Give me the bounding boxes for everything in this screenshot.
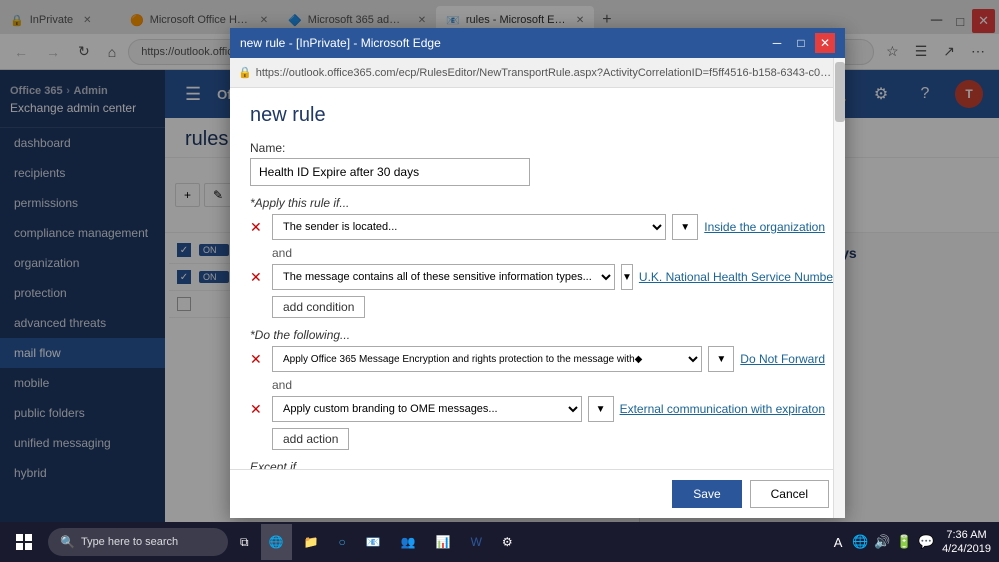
save-button[interactable]: Save — [672, 480, 741, 508]
dialog-minimize-button[interactable]: ─ — [767, 33, 787, 53]
action-1-link[interactable]: Do Not Forward — [740, 352, 825, 366]
name-input[interactable] — [250, 158, 530, 186]
dialog-footer: Save Cancel — [230, 469, 845, 518]
remove-action-2-button[interactable]: ✕ — [250, 401, 266, 418]
clock-date: 4/24/2019 — [942, 542, 991, 556]
start-button[interactable] — [4, 522, 44, 562]
dialog-title-text: new rule - [InPrivate] - Microsoft Edge — [240, 36, 441, 50]
teams-button[interactable]: 👥 — [393, 524, 424, 560]
dialog-content: new rule Name: *Apply this rule if... ✕ … — [230, 88, 845, 469]
search-icon: 🔍 — [60, 535, 75, 549]
battery-icon[interactable]: 🔋 — [896, 534, 912, 550]
taskview-icon: ⧉ — [240, 535, 249, 550]
dialog-scrollbar[interactable] — [833, 58, 845, 518]
cortana-button[interactable]: ○ — [330, 524, 353, 560]
condition-2-select[interactable]: The message contains all of these sensit… — [272, 264, 615, 290]
settings-icon: ⚙ — [502, 535, 513, 549]
dialog-maximize-button[interactable]: □ — [791, 33, 811, 53]
edge-button[interactable]: 🌐 — [261, 524, 292, 560]
add-condition-button[interactable]: add condition — [272, 296, 365, 318]
explorer-button[interactable]: 📁 — [296, 524, 327, 560]
do-following-section: *Do the following... ✕ Apply Office 365 … — [250, 328, 825, 450]
remove-condition-1-button[interactable]: ✕ — [250, 219, 266, 236]
powerpoint-icon: 📊 — [436, 535, 451, 549]
condition-2-dropdown[interactable]: ▼ — [621, 264, 633, 290]
taskbar: 🔍 Type here to search ⧉ 🌐 📁 ○ 📧 👥 📊 W ⚙ — [0, 522, 999, 562]
remove-condition-2-button[interactable]: ✕ — [250, 269, 266, 286]
remove-action-1-button[interactable]: ✕ — [250, 351, 266, 368]
dialog-titlebar: new rule - [InPrivate] - Microsoft Edge … — [230, 28, 845, 58]
condition-1-link[interactable]: Inside the organization — [704, 220, 825, 234]
action-2-dropdown[interactable]: ▼ — [588, 396, 614, 422]
volume-icon[interactable]: 🔊 — [874, 534, 890, 550]
taskbar-icons: A 🌐 🔊 🔋 💬 — [830, 534, 934, 550]
powerpoint-button[interactable]: 📊 — [428, 524, 459, 560]
except-if-section: Except if... add exception — [250, 460, 825, 469]
dialog-page-title: new rule — [250, 104, 825, 127]
taskbar-right: A 🌐 🔊 🔋 💬 7:36 AM 4/24/2019 — [830, 528, 999, 557]
new-rule-dialog: new rule - [InPrivate] - Microsoft Edge … — [230, 28, 845, 518]
taskview-button[interactable]: ⧉ — [232, 524, 257, 560]
add-action-button[interactable]: add action — [272, 428, 349, 450]
condition-1-select[interactable]: The sender is located... — [272, 214, 666, 240]
outlook-button[interactable]: 📧 — [358, 524, 389, 560]
system-clock[interactable]: 7:36 AM 4/24/2019 — [942, 528, 991, 557]
teams-icon: 👥 — [401, 535, 416, 549]
cortana-icon: ○ — [338, 535, 345, 549]
action-row-2: ✕ Apply custom branding to OME messages.… — [250, 396, 825, 422]
dialog-window-controls: ─ □ ✕ — [767, 33, 835, 53]
condition-1-dropdown[interactable]: ▼ — [672, 214, 698, 240]
action-2-select[interactable]: Apply custom branding to OME messages... — [272, 396, 582, 422]
notification-tray-icon[interactable]: 💬 — [918, 534, 934, 550]
edge-icon: 🌐 — [269, 535, 284, 549]
action-2-link[interactable]: External communication with expiraton — [620, 402, 825, 416]
name-form-group: Name: — [250, 141, 825, 186]
clock-time: 7:36 AM — [942, 528, 991, 542]
action-1-dropdown[interactable]: ▼ — [708, 346, 734, 372]
explorer-icon: 📁 — [304, 535, 319, 549]
do-following-label: *Do the following... — [250, 328, 825, 342]
apply-rule-label: *Apply this rule if... — [250, 196, 825, 210]
taskbar-search[interactable]: 🔍 Type here to search — [48, 528, 228, 556]
language-icon[interactable]: A — [830, 534, 846, 550]
action-row-1: ✕ Apply Office 365 Message Encryption an… — [250, 346, 825, 372]
word-button[interactable]: W — [463, 524, 490, 560]
action-1-select[interactable]: Apply Office 365 Message Encryption and … — [272, 346, 702, 372]
taskbar-left: 🔍 Type here to search ⧉ 🌐 📁 ○ 📧 👥 📊 W ⚙ — [0, 522, 521, 562]
lock-icon: 🔒 — [238, 66, 252, 79]
dialog-close-button[interactable]: ✕ — [815, 33, 835, 53]
condition-2-link[interactable]: U.K. National Health Service Number ... — [639, 270, 845, 284]
name-label: Name: — [250, 141, 825, 155]
word-icon: W — [471, 535, 482, 549]
outlook-icon: 📧 — [366, 535, 381, 549]
condition-row-1: ✕ The sender is located... ▼ Inside the … — [250, 214, 825, 240]
condition-row-2: ✕ The message contains all of these sens… — [250, 264, 825, 290]
network-icon[interactable]: 🌐 — [852, 534, 868, 550]
dialog-scrollbar-thumb[interactable] — [835, 62, 845, 122]
and-connector-2: and — [272, 378, 825, 392]
dialog-address-bar[interactable]: 🔒 https://outlook.office365.com/ecp/Rule… — [230, 58, 845, 88]
settings-taskbar-button[interactable]: ⚙ — [494, 524, 521, 560]
apply-rule-section: *Apply this rule if... ✕ The sender is l… — [250, 196, 825, 318]
except-if-label: Except if... — [250, 460, 825, 469]
cancel-button[interactable]: Cancel — [750, 480, 829, 508]
and-connector-1: and — [272, 246, 825, 260]
